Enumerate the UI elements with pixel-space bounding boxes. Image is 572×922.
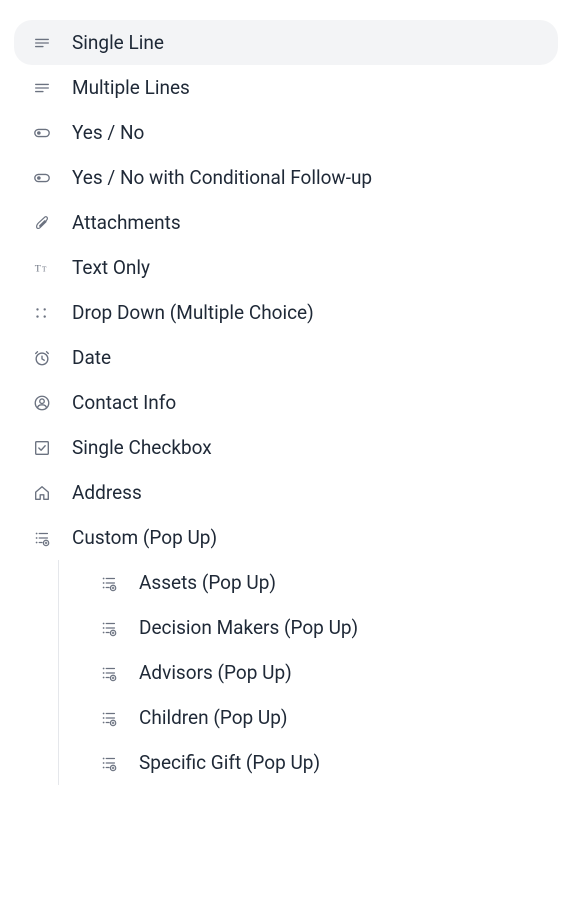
menu-item-label: Yes / No with Conditional Follow-up (72, 166, 372, 189)
menu-item-multiple-lines[interactable]: Multiple Lines (14, 65, 558, 110)
menu-item-yes-no-conditional[interactable]: Yes / No with Conditional Follow-up (14, 155, 558, 200)
menu-item-contact-info[interactable]: Contact Info (14, 380, 558, 425)
list-plus-icon (99, 618, 119, 638)
menu-item-single-line[interactable]: Single Line (14, 20, 558, 65)
menu-item-label: Attachments (72, 211, 181, 234)
sub-item-label: Children (Pop Up) (139, 706, 288, 729)
menu-item-address[interactable]: Address (14, 470, 558, 515)
menu-item-label: Address (72, 481, 142, 504)
paperclip-icon (32, 213, 52, 233)
menu-item-label: Custom (Pop Up) (72, 526, 217, 549)
list-plus-icon (99, 573, 119, 593)
field-type-menu: Single Line Multiple Lines Yes / No Yes … (14, 20, 558, 560)
menu-item-yes-no[interactable]: Yes / No (14, 110, 558, 155)
sub-item-specific-gift[interactable]: Specific Gift (Pop Up) (59, 740, 558, 785)
sub-item-assets[interactable]: Assets (Pop Up) (59, 560, 558, 605)
menu-item-label: Text Only (72, 256, 150, 279)
grid-dots-icon (32, 303, 52, 323)
sub-item-label: Decision Makers (Pop Up) (139, 616, 358, 639)
menu-item-text-only[interactable]: Text Only (14, 245, 558, 290)
list-plus-icon (99, 708, 119, 728)
text-line-icon (32, 33, 52, 53)
text-type-icon (32, 258, 52, 278)
checkbox-icon (32, 438, 52, 458)
menu-item-date[interactable]: Date (14, 335, 558, 380)
menu-item-label: Single Checkbox (72, 436, 212, 459)
menu-item-attachments[interactable]: Attachments (14, 200, 558, 245)
menu-item-label: Drop Down (Multiple Choice) (72, 301, 314, 324)
sub-item-advisors[interactable]: Advisors (Pop Up) (59, 650, 558, 695)
menu-item-drop-down[interactable]: Drop Down (Multiple Choice) (14, 290, 558, 335)
user-icon (32, 393, 52, 413)
sub-item-label: Specific Gift (Pop Up) (139, 751, 320, 774)
menu-item-label: Contact Info (72, 391, 176, 414)
menu-item-label: Date (72, 346, 111, 369)
list-plus-icon (99, 753, 119, 773)
menu-item-label: Multiple Lines (72, 76, 190, 99)
menu-item-label: Single Line (72, 31, 164, 54)
custom-popup-sublist: Assets (Pop Up) Decision Makers (Pop Up)… (58, 560, 558, 785)
toggle-icon (32, 123, 52, 143)
sub-item-decision-makers[interactable]: Decision Makers (Pop Up) (59, 605, 558, 650)
menu-item-custom-popup[interactable]: Custom (Pop Up) (14, 515, 558, 560)
sub-item-children[interactable]: Children (Pop Up) (59, 695, 558, 740)
menu-item-label: Yes / No (72, 121, 144, 144)
sub-item-label: Assets (Pop Up) (139, 571, 276, 594)
list-plus-icon (32, 528, 52, 548)
sub-item-label: Advisors (Pop Up) (139, 661, 292, 684)
menu-item-single-checkbox[interactable]: Single Checkbox (14, 425, 558, 470)
list-plus-icon (99, 663, 119, 683)
clock-icon (32, 348, 52, 368)
toggle-icon (32, 168, 52, 188)
text-lines-icon (32, 78, 52, 98)
home-icon (32, 483, 52, 503)
